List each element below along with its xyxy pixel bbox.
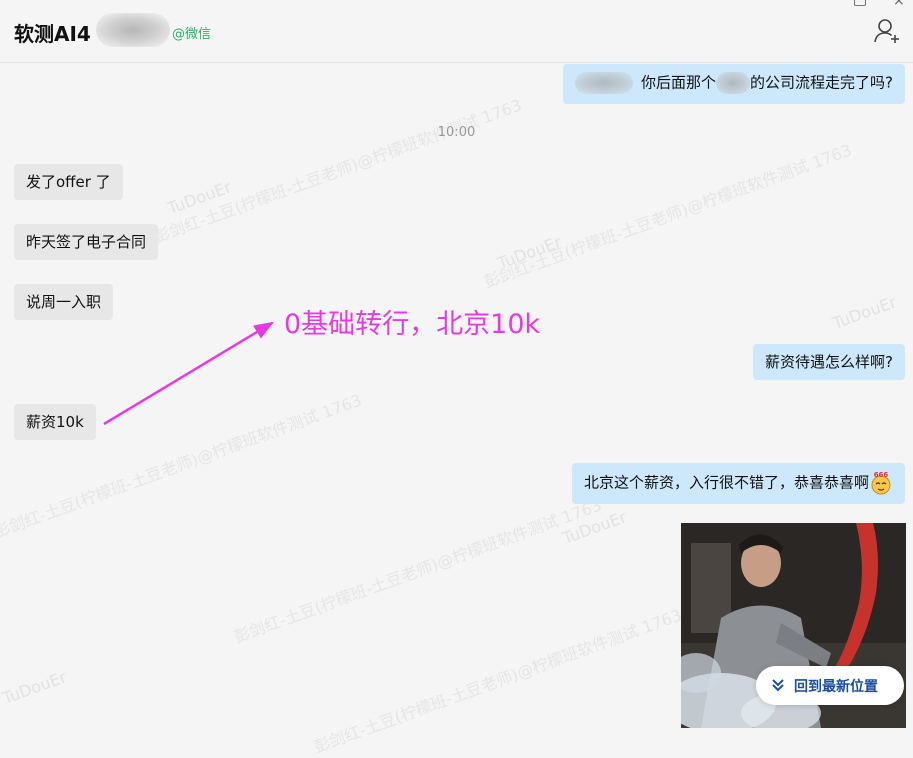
watermark: 彭剑红-土豆(柠檬班-土豆老师)@柠檬班软件测试 1763 [481,140,855,292]
scroll-to-latest-button[interactable]: 回到最新位置 [756,666,904,705]
message-text: 的公司流程走完了吗? [750,73,893,92]
watermark: TuDouEr [0,667,69,708]
add-user-icon[interactable] [874,18,902,44]
message-outgoing[interactable]: 北京这个薪资，入行很不错了，恭喜恭喜啊 666 [571,463,905,504]
svg-text:666: 666 [874,471,889,479]
watermark: 彭剑红-土豆(柠檬班-土豆老师)@柠檬班软件测试 1763 [151,95,525,247]
double-chevron-down-icon [770,677,786,693]
blurred-text [716,72,751,94]
blurred-text [575,72,634,94]
chat-header: 软测AI4 @微信 × [0,0,913,63]
timestamp: 10:00 [437,125,476,140]
chat-title: 软测AI4 [14,22,91,46]
blurred-name [96,13,170,47]
message-incoming[interactable]: 说周一入职 [14,284,114,320]
scroll-to-latest-label: 回到最新位置 [794,679,878,695]
666-emoji-icon: 666 [869,471,893,495]
source-tag: @微信 [172,27,212,42]
message-outgoing[interactable]: 你后面那个 的公司流程走完了吗? [563,64,905,104]
annotation-text: 0基础转行，北京10k [284,309,541,340]
watermark: 彭剑红-土豆(柠檬班-土豆老师)@柠檬班软件测试 1763 [311,605,685,757]
message-text: 北京这个薪资，入行很不错了，恭喜恭喜啊 [583,473,869,492]
message-text: 你后面那个 [641,73,717,92]
message-incoming[interactable]: 薪资10k [14,404,96,440]
message-outgoing[interactable]: 薪资待遇怎么样啊? [753,344,905,380]
minimize-icon[interactable] [854,0,866,6]
message-incoming[interactable]: 发了offer 了 [14,164,123,200]
watermark: TuDouEr [830,292,899,333]
watermark: 彭剑红-土豆(柠檬班-土豆老师)@柠檬班软件测试 1763 [231,495,605,647]
close-icon[interactable]: × [893,0,905,8]
message-incoming[interactable]: 昨天签了电子合同 [14,224,159,260]
